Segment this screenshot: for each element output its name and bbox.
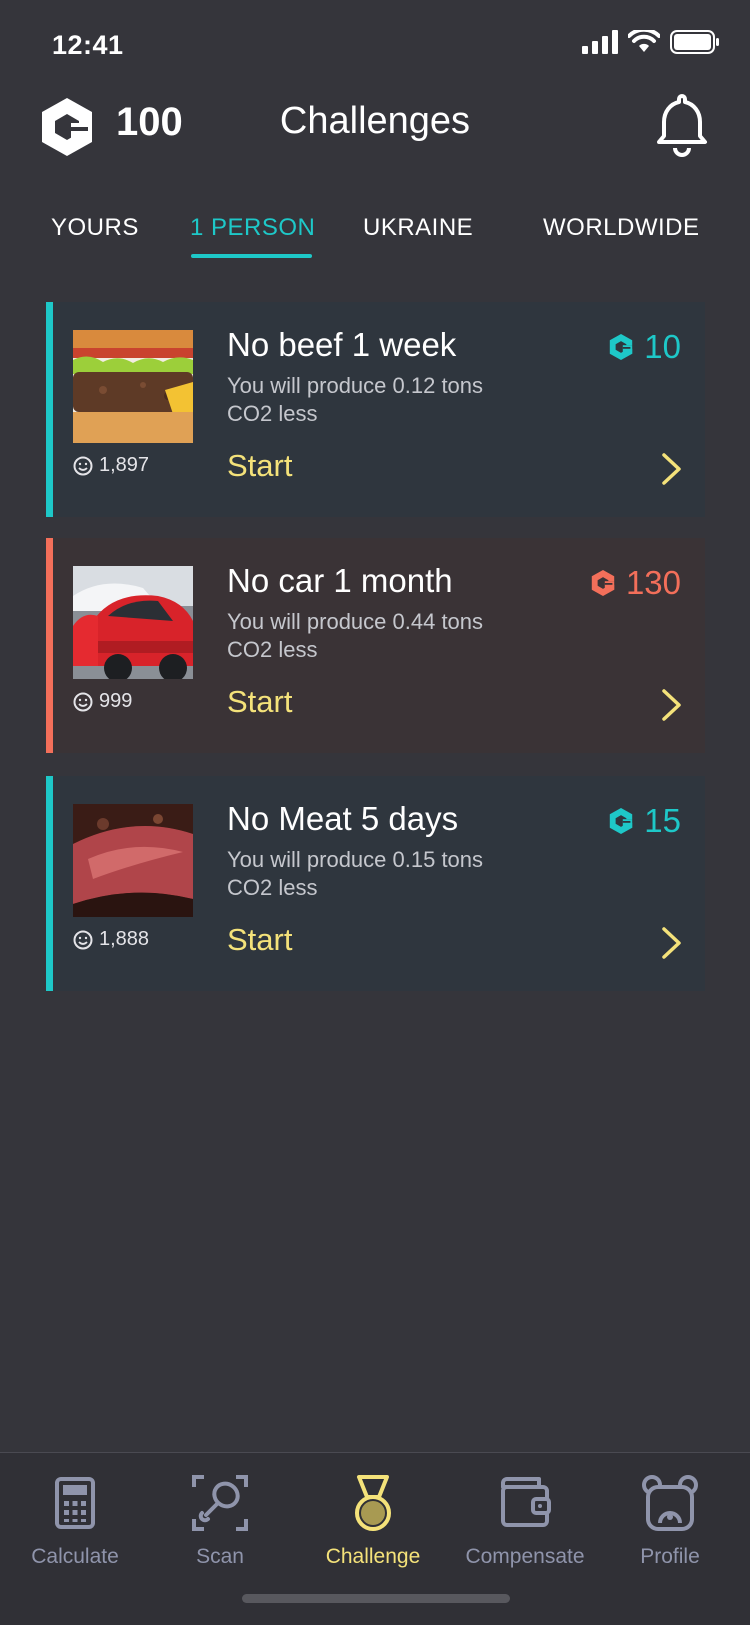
nav-label: Challenge xyxy=(325,1545,421,1568)
smiley-icon xyxy=(73,456,93,475)
card-accent-stripe xyxy=(46,302,53,517)
tab-worldwide[interactable]: WORLDWIDE xyxy=(543,214,700,242)
nav-label: Compensate xyxy=(465,1545,585,1568)
nav-label: Scan xyxy=(196,1545,244,1568)
participant-count: 999 xyxy=(73,690,132,713)
nav-item-scan[interactable]: Scan xyxy=(145,1473,295,1569)
reward-value: 10 xyxy=(644,328,681,365)
participant-count-value: 1,888 xyxy=(99,928,150,950)
burger-image xyxy=(73,330,193,443)
reward-value: 15 xyxy=(644,802,681,839)
participant-count-value: 999 xyxy=(99,690,133,712)
card-description: You will produce 0.44 tons CO2 less xyxy=(227,608,547,664)
smiley-icon xyxy=(73,692,93,711)
card-title: No beef 1 week xyxy=(227,326,457,363)
challenge-card[interactable]: 1,888 No Meat 5 days You will produce 0.… xyxy=(46,776,705,991)
reward-value: 130 xyxy=(625,564,681,601)
wifi-icon xyxy=(628,30,660,52)
card-description: You will produce 0.12 tons CO2 less xyxy=(227,372,547,428)
card-description-line: CO2 less xyxy=(227,401,318,426)
coin-icon xyxy=(610,808,634,834)
card-title: No car 1 month xyxy=(227,562,453,599)
participant-count: 1,888 xyxy=(73,928,149,951)
start-button[interactable]: Start xyxy=(227,448,292,484)
start-button[interactable]: Start xyxy=(227,684,292,720)
steak-image xyxy=(73,804,193,917)
notification-bell-icon[interactable] xyxy=(654,92,710,158)
reward-points: 15 xyxy=(608,802,681,840)
card-description-line: You will produce 0.15 tons xyxy=(227,847,484,872)
chevron-right-icon[interactable] xyxy=(661,452,683,486)
card-title: No Meat 5 days xyxy=(227,800,459,837)
bear-icon xyxy=(642,1475,698,1531)
nav-label: Calculate xyxy=(31,1545,119,1568)
nav-item-profile[interactable]: Profile xyxy=(595,1473,745,1569)
start-button[interactable]: Start xyxy=(227,922,292,958)
challenge-card[interactable]: 1,897 No beef 1 week You will produce 0.… xyxy=(46,302,705,517)
participant-count: 1,897 xyxy=(73,454,149,477)
nav-item-calculate[interactable]: Calculate xyxy=(0,1473,150,1569)
header: 100 Challenges xyxy=(0,90,750,200)
card-description-line: You will produce 0.44 tons xyxy=(227,609,484,634)
challenge-card[interactable]: 999 No car 1 month You will produce 0.44… xyxy=(46,538,705,753)
scan-icon xyxy=(192,1475,248,1531)
nav-item-challenge[interactable]: Challenge xyxy=(298,1473,448,1569)
smiley-icon xyxy=(73,930,93,949)
card-description-line: CO2 less xyxy=(227,637,318,662)
chevron-right-icon[interactable] xyxy=(661,688,683,722)
wallet-icon xyxy=(501,1477,551,1527)
tab-ukraine[interactable]: UKRAINE xyxy=(363,214,473,242)
calculator-icon xyxy=(55,1477,95,1529)
coin-icon xyxy=(610,334,634,360)
battery-icon xyxy=(670,30,719,54)
coin-icon xyxy=(591,570,616,596)
nav-label: Profile xyxy=(640,1545,700,1568)
tab-yours[interactable]: YOURS xyxy=(51,214,139,242)
card-description-line: You will produce 0.12 tons xyxy=(227,373,484,398)
challenge-tabs: YOURS 1 PERSON UKRAINE WORLDWIDE xyxy=(0,208,750,268)
cellular-signal-icon xyxy=(582,30,618,54)
card-description-line: CO2 less xyxy=(227,875,318,900)
card-accent-stripe xyxy=(46,776,53,991)
chevron-right-icon[interactable] xyxy=(661,926,683,960)
reward-points: 130 xyxy=(590,564,681,602)
tab-1-person[interactable]: 1 PERSON xyxy=(190,214,315,242)
page-title: Challenges xyxy=(279,100,471,142)
medal-icon xyxy=(355,1475,391,1531)
status-icons xyxy=(582,30,720,54)
status-bar: 12:41 xyxy=(0,0,750,90)
card-accent-stripe xyxy=(46,538,53,753)
status-time: 12:41 xyxy=(52,30,124,60)
home-indicator[interactable] xyxy=(242,1594,510,1603)
card-description: You will produce 0.15 tons CO2 less xyxy=(227,846,547,902)
active-tab-indicator xyxy=(191,254,312,258)
participant-count-value: 1,897 xyxy=(99,454,150,476)
nav-item-compensate[interactable]: Compensate xyxy=(450,1473,600,1569)
cars-image xyxy=(73,566,193,679)
reward-points: 10 xyxy=(608,328,681,366)
